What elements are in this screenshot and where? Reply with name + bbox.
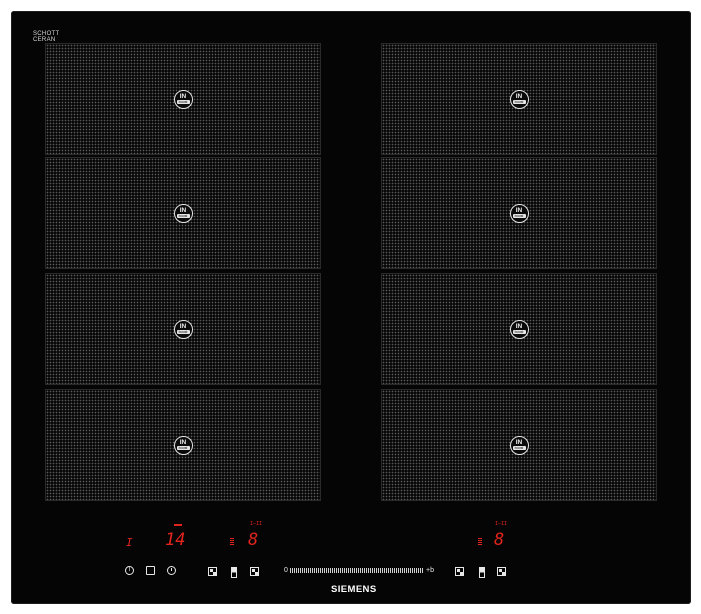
right-dot-marker bbox=[478, 538, 482, 546]
timer-clock-icon[interactable] bbox=[167, 566, 176, 575]
left-zone-split-icon[interactable] bbox=[250, 567, 259, 576]
cooking-zone-left-3[interactable]: IN boost bbox=[45, 273, 321, 385]
right-mini-label: I—II bbox=[495, 521, 508, 527]
badge-boost-label: boost bbox=[512, 329, 526, 334]
badge-in-label: IN bbox=[515, 92, 523, 100]
badge-in-label: IN bbox=[515, 322, 523, 330]
badge-boost-label: boost bbox=[176, 99, 190, 104]
power-button[interactable]: I bbox=[125, 566, 134, 575]
cooking-zone-left-4[interactable]: IN boost bbox=[45, 389, 321, 501]
cooking-zone-right-1[interactable]: IN boost bbox=[381, 43, 657, 155]
badge-boost-label: boost bbox=[176, 329, 190, 334]
in-boost-icon: IN boost bbox=[173, 89, 193, 109]
cooking-zone-right-4[interactable]: IN boost bbox=[381, 389, 657, 501]
cooking-zone-left-2[interactable]: IN boost bbox=[45, 157, 321, 269]
in-boost-icon: IN boost bbox=[173, 203, 193, 223]
badge-in-label: IN bbox=[179, 438, 187, 446]
cooking-zone-left-1[interactable]: IN boost bbox=[45, 43, 321, 155]
badge-boost-label: boost bbox=[512, 445, 526, 450]
slider-max-label: +b bbox=[426, 567, 434, 574]
slider-min-label: 0 bbox=[284, 567, 288, 574]
in-boost-icon: IN boost bbox=[509, 89, 529, 109]
timer-mini-indicator bbox=[174, 524, 182, 526]
left-mini-label: I—II bbox=[250, 521, 263, 527]
power-slider[interactable] bbox=[290, 568, 423, 573]
badge-in-label: IN bbox=[515, 438, 523, 446]
siemens-logo: SIEMENS bbox=[331, 584, 377, 595]
in-boost-icon: IN boost bbox=[173, 319, 193, 339]
timer-display: 14 bbox=[165, 530, 186, 550]
cooktop-glass: SCHOTT CERAN ​ IN boost IN boost IN boos… bbox=[11, 11, 691, 604]
left-dot-marker bbox=[230, 538, 234, 546]
right-zone-select-icon[interactable] bbox=[479, 567, 485, 578]
in-boost-icon: IN boost bbox=[509, 435, 529, 455]
right-power-display: 8 bbox=[494, 530, 505, 550]
badge-in-label: IN bbox=[179, 92, 187, 100]
left-zone-combine-icon[interactable] bbox=[208, 567, 217, 576]
badge-boost-label: boost bbox=[176, 445, 190, 450]
badge-in-label: IN bbox=[179, 322, 187, 330]
badge-in-label: IN bbox=[179, 206, 187, 214]
left-indicator-display: I bbox=[126, 536, 133, 549]
badge-boost-label: boost bbox=[512, 213, 526, 218]
cooking-zone-right-3[interactable]: IN boost bbox=[381, 273, 657, 385]
in-boost-icon: IN boost bbox=[509, 203, 529, 223]
in-boost-icon: IN boost bbox=[509, 319, 529, 339]
badge-in-label: IN bbox=[515, 206, 523, 214]
cooking-zone-right-2[interactable]: IN boost bbox=[381, 157, 657, 269]
lock-icon[interactable] bbox=[146, 566, 155, 575]
badge-boost-label: boost bbox=[176, 213, 190, 218]
right-zone-combine-icon[interactable] bbox=[455, 567, 464, 576]
right-zone-split-icon[interactable] bbox=[497, 567, 506, 576]
left-zone-select-icon[interactable] bbox=[231, 567, 237, 578]
in-boost-icon: IN boost bbox=[173, 435, 193, 455]
badge-boost-label: boost bbox=[512, 99, 526, 104]
left-power-display: 8 bbox=[248, 530, 259, 550]
